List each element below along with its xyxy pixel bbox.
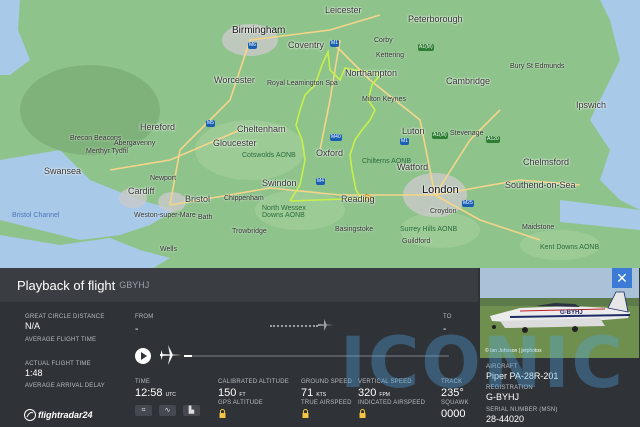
map-label-southend: Southend-on-Sea [505,180,576,190]
lock-icon[interactable] [359,409,366,418]
road-shield-icon: M1 [400,138,409,145]
road-shield-icon: M40 [330,134,342,141]
play-button[interactable] [135,348,151,364]
road-shield-icon: M1 [330,40,339,47]
close-icon: ✕ [616,270,628,286]
map-view-button[interactable]: ⌗ [135,405,152,416]
map-label-wells: Wells [160,246,177,253]
playback-progress-fill [184,355,192,357]
to-label: TO [443,314,452,320]
play-icon [141,352,147,360]
from-label: FROM [135,314,154,320]
gps-alt-label: GPS ALTITUDE [218,400,263,406]
squawk-value: 0000 [441,408,466,420]
map-label-maidstone: Maidstone [522,224,555,231]
from-value: - [135,324,139,335]
map-label-kettering: Kettering [376,52,405,59]
map-label-leamington: Royal Leamington Spa [267,80,338,87]
panel-header: Playback of flight GBYHJ [0,268,478,302]
map-label-weston: Weston-super-Mare [134,212,196,219]
map-label-ipswich: Ipswich [576,100,607,110]
map-label-northampton: Northampton [345,68,398,78]
great-circle-label: GREAT CIRCLE DISTANCE [25,314,105,320]
avg-flight-time-label: AVERAGE FLIGHT TIME [25,337,97,343]
map-label-corby: Corby [374,37,393,44]
time-label: TIME [135,379,151,385]
road-shield-icon: M5 [206,120,215,127]
map-label-birmingham: Birmingham [232,25,286,36]
map-label-basingstoke: Basingstoke [335,226,374,233]
map-label-cotswolds: Cotswolds AONB [242,152,296,159]
map-label-bristol-channel: Bristol Channel [12,212,60,219]
map-label-north-wessex: North Wessex Downs AONB [262,205,306,219]
actual-flight-time-label: ACTUAL FLIGHT TIME [25,361,91,367]
map-label-bath: Bath [198,214,213,221]
map-label-swindon: Swindon [262,178,297,188]
road-shield-icon: A1(M) [432,132,448,139]
flight-map[interactable]: Birmingham Coventry Leicester Peterborou… [0,0,640,270]
cal-alt-value: 150 FT [218,387,246,399]
brand-text: flightradar24 [38,410,93,420]
map-label-swansea: Swansea [44,166,82,176]
map-label-leicester: Leicester [325,5,362,15]
flight-stats-sidebar: GREAT CIRCLE DISTANCE N/A AVERAGE FLIGHT… [0,302,108,427]
map-label-cheltenham: Cheltenham [237,124,286,134]
map-label-bury: Bury St Edmunds [510,63,565,70]
fr24-logo-icon [24,409,36,421]
route-plane-icon [318,319,334,331]
map-label-coventry: Coventry [288,40,325,50]
map-label-chelmsford: Chelmsford [523,157,570,167]
road-shield-icon: A120 [486,136,500,143]
map-label-bristol: Bristol [185,194,211,204]
panel-title: Playback of flight [17,277,116,293]
serial-label: SERIAL NUMBER (MSN) [486,407,558,413]
map-label-merthyr: Merthyr Tydfil [86,148,128,155]
map-label-luton: Luton [402,126,425,136]
map-label-guildford: Guildford [402,238,431,245]
route-dotted-line [270,325,318,327]
map-label-peterborough: Peterborough [408,14,463,24]
route-view-button[interactable]: ∿ [159,405,176,416]
ground-speed-value: 71 KTS [301,387,327,399]
map-label-london: London [422,184,459,196]
map-label-milton-keynes: Milton Keynes [362,96,406,103]
tail-registration: G-BYHJ [560,310,583,316]
playback-plane-icon [160,345,182,365]
map-label-oxford: Oxford [316,148,344,158]
avg-arrival-delay-label: AVERAGE ARRIVAL DELAY [25,383,106,389]
actual-flight-time-value: 1:48 [25,368,43,378]
map-label-cambridge: Cambridge [446,76,491,86]
great-circle-value: N/A [25,321,41,331]
map-label-trowbridge: Trowbridge [232,228,267,235]
map-label-surrey-hills: Surrey Hills AONB [400,226,458,233]
map-label-worcester: Worcester [214,75,255,85]
map-label-chippenham: Chippenham [224,195,264,202]
lock-icon[interactable] [302,409,309,418]
road-shield-icon: M6 [248,42,257,49]
watermark: ICONIC [340,322,625,404]
map-label-kent-downs: Kent Downs AONB [540,244,600,251]
map-label-abergavenny: Abergavenny [114,140,156,147]
map-label-croydon: Croydon [430,208,457,215]
cal-alt-label: CALIBRATED ALTITUDE [218,379,289,385]
close-button[interactable]: ✕ [612,268,632,288]
map-label-gloucester: Gloucester [213,138,257,148]
map-label-cardiff: Cardiff [128,186,155,196]
graph-view-button[interactable]: ▙ [183,405,200,416]
time-value: 12:58 UTC [135,387,176,399]
map-label-reading: Reading [341,194,375,204]
serial-value: 28-44020 [486,414,525,424]
panel-registration: GBYHJ [119,280,150,290]
lock-icon[interactable] [219,409,226,418]
map-label-newport: Newport [150,175,177,182]
map-label-hereford: Hereford [140,122,176,132]
road-shield-icon: M4 [316,178,325,185]
fr24-logo[interactable]: flightradar24 [24,409,93,421]
road-shield-icon: M25 [462,200,474,207]
road-shield-icon: A1(M) [418,44,434,51]
map-label-stevenage: Stevenage [450,130,484,137]
map-label-chilterns: Chilterns AONB [362,158,412,165]
